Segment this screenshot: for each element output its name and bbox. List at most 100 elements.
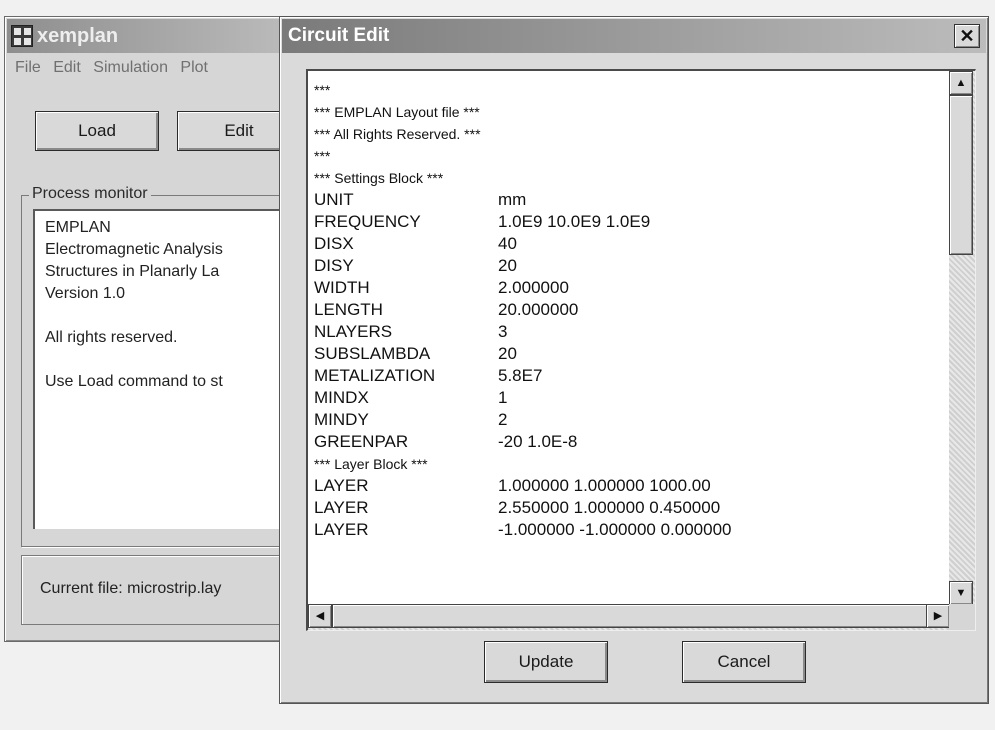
editor-line: WIDTH 2.000000 xyxy=(314,277,950,299)
editor-line-value: 2.000000 xyxy=(498,278,569,297)
editor-line-value: 2.550000 1.000000 0.450000 xyxy=(498,498,721,517)
editor-line-value: 40 xyxy=(498,234,517,253)
vertical-scrollbar[interactable]: ▲ ▼ xyxy=(949,71,975,605)
app-icon xyxy=(11,25,33,47)
editor-line-value: 1.0E9 10.0E9 1.0E9 xyxy=(498,212,651,231)
editor-line-value: -1.000000 -1.000000 0.000000 xyxy=(498,520,732,539)
close-button[interactable]: ✕ xyxy=(954,24,980,48)
editor-line-key: *** xyxy=(314,148,331,164)
scroll-up-button[interactable]: ▲ xyxy=(949,71,973,95)
editor-line: *** Layer Block *** xyxy=(314,453,950,475)
monitor-line xyxy=(45,305,303,327)
vertical-scroll-thumb[interactable] xyxy=(949,95,973,255)
editor-line-value: 20.000000 xyxy=(498,300,579,319)
layout-text-editor[interactable]: *** *** EMPLAN Layout file *** *** All Rig… xyxy=(306,69,976,631)
editor-line: DISY 20 xyxy=(314,255,950,277)
arrow-left-icon: ◀ xyxy=(315,610,325,622)
horizontal-scroll-thumb[interactable] xyxy=(332,604,930,628)
editor-line-value: 2 xyxy=(498,410,508,429)
editor-line: UNIT mm xyxy=(314,189,950,211)
editor-line-key: METALIZATION xyxy=(314,366,436,385)
editor-line-key: SUBSLAMBDA xyxy=(314,344,431,363)
horizontal-scrollbar[interactable]: ◀ ▶ xyxy=(308,604,950,630)
xemplan-title-bar[interactable]: xemplan xyxy=(7,19,301,53)
editor-line-key: LENGTH xyxy=(314,300,383,319)
menu-bar: File Edit Simulation Plot xyxy=(7,55,301,81)
editor-line-key: NLAYERS xyxy=(314,322,393,341)
arrow-down-icon: ▼ xyxy=(955,587,967,599)
editor-line-key: GREENPAR xyxy=(314,432,409,451)
editor-line-key: *** xyxy=(314,82,331,98)
scroll-down-button[interactable]: ▼ xyxy=(949,581,973,605)
dialog-title: Circuit Edit xyxy=(288,25,390,46)
editor-line-value: 5.8E7 xyxy=(498,366,543,385)
editor-line-value: 20 xyxy=(498,344,517,363)
editor-line-key: DISY xyxy=(314,256,354,275)
editor-line: SUBSLAMBDA 20 xyxy=(314,343,950,365)
editor-line-key: *** EMPLAN Layout file *** xyxy=(314,104,480,120)
editor-line: NLAYERS 3 xyxy=(314,321,950,343)
editor-line: *** Settings Block *** xyxy=(314,167,950,189)
editor-line: *** All Rights Reserved. *** xyxy=(314,123,950,145)
monitor-line: Version 1.0 xyxy=(45,285,126,302)
editor-line-value: 1 xyxy=(498,388,508,407)
cancel-button[interactable]: Cancel xyxy=(682,641,806,683)
editor-line-value: 3 xyxy=(498,322,508,341)
editor-line: LAYER 2.550000 1.000000 0.450000 xyxy=(314,497,950,519)
editor-line-key: LAYER xyxy=(314,498,369,517)
editor-line: GREENPAR -20 1.0E-8 xyxy=(314,431,950,453)
monitor-line: Use Load command to st xyxy=(45,373,223,390)
menu-plot[interactable]: Plot xyxy=(180,59,208,76)
editor-line-value: 20 xyxy=(498,256,517,275)
xemplan-title: xemplan xyxy=(37,25,119,47)
scroll-left-button[interactable]: ◀ xyxy=(308,604,332,628)
editor-line: METALIZATION 5.8E7 xyxy=(314,365,950,387)
monitor-line: Electromagnetic Analysis xyxy=(45,241,223,258)
editor-line-key: LAYER xyxy=(314,520,369,539)
scrollbar-corner xyxy=(949,604,975,630)
editor-line: FREQUENCY 1.0E9 10.0E9 1.0E9 xyxy=(314,211,950,233)
editor-line-key: MINDX xyxy=(314,388,369,407)
monitor-line: EMPLAN xyxy=(45,219,111,236)
update-button-label: Update xyxy=(518,652,574,671)
close-icon: ✕ xyxy=(959,26,975,46)
editor-line-key: MINDY xyxy=(314,410,369,429)
monitor-line: Structures in Planarly La xyxy=(45,263,220,280)
process-monitor-output[interactable]: EMPLAN Electromagnetic Analysis Structur… xyxy=(33,209,313,529)
editor-line-value: -20 1.0E-8 xyxy=(498,432,578,451)
editor-line-key: FREQUENCY xyxy=(314,212,421,231)
editor-line: *** EMPLAN Layout file *** xyxy=(314,101,950,123)
edit-button-label: Edit xyxy=(224,121,254,140)
editor-line-value: mm xyxy=(498,190,527,209)
process-monitor-label: Process monitor xyxy=(29,185,151,203)
editor-line-key: *** Layer Block *** xyxy=(314,456,428,472)
load-button-label: Load xyxy=(78,121,116,140)
monitor-line: All rights reserved. xyxy=(45,329,178,346)
editor-line-key: UNIT xyxy=(314,190,354,209)
dialog-title-bar[interactable]: Circuit Edit ✕ xyxy=(282,19,986,53)
menu-file[interactable]: File xyxy=(15,59,41,76)
editor-text-area[interactable]: *** *** EMPLAN Layout file *** *** All Rig… xyxy=(308,71,950,605)
menu-simulation[interactable]: Simulation xyxy=(93,59,168,76)
status-panel: Current file: microstrip.lay xyxy=(21,555,311,625)
editor-line-key: *** Settings Block *** xyxy=(314,170,444,186)
scroll-right-button[interactable]: ▶ xyxy=(926,604,950,628)
editor-line-key: WIDTH xyxy=(314,278,370,297)
editor-line: LAYER 1.000000 1.000000 1000.00 xyxy=(314,475,950,497)
editor-line: *** xyxy=(314,145,950,167)
circuit-edit-dialog: Circuit Edit ✕ *** *** EMPLAN Layout file… xyxy=(279,16,989,704)
editor-line-key: DISX xyxy=(314,234,354,253)
editor-line: DISX 40 xyxy=(314,233,950,255)
editor-line: MINDY 2 xyxy=(314,409,950,431)
menu-edit[interactable]: Edit xyxy=(53,59,81,76)
arrow-up-icon: ▲ xyxy=(955,77,967,89)
editor-line-value: 1.000000 1.000000 1000.00 xyxy=(498,476,711,495)
monitor-line xyxy=(45,349,303,371)
update-button[interactable]: Update xyxy=(484,641,608,683)
editor-line: LAYER -1.000000 -1.000000 0.000000 xyxy=(314,519,950,541)
load-button[interactable]: Load xyxy=(35,111,159,151)
editor-line: LENGTH 20.000000 xyxy=(314,299,950,321)
editor-line-key: *** All Rights Reserved. *** xyxy=(314,126,481,142)
editor-line-key: LAYER xyxy=(314,476,369,495)
arrow-right-icon: ▶ xyxy=(933,610,943,622)
